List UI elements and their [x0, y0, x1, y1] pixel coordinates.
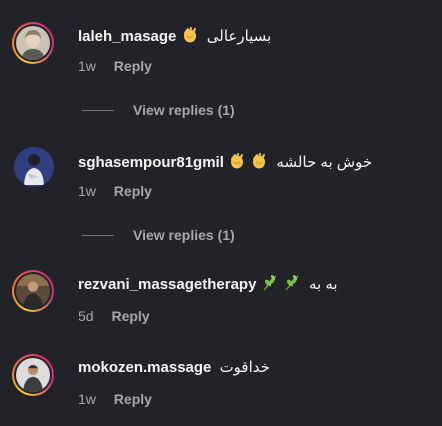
view-replies-button[interactable]: View replies (1)	[82, 101, 235, 119]
comment-timestamp: 1w	[78, 391, 96, 407]
comment-meta: 1w Reply	[78, 182, 152, 200]
comment-text: به به	[308, 276, 338, 293]
reply-button[interactable]: Reply	[111, 308, 149, 324]
comment-meta: 1w Reply	[78, 57, 152, 75]
clap-icon	[183, 27, 196, 43]
clap-icon	[253, 153, 266, 169]
reply-button[interactable]: Reply	[114, 391, 152, 407]
avatar-photo	[16, 26, 50, 60]
avatar-photo	[16, 274, 50, 308]
avatar[interactable]	[14, 147, 54, 187]
clap-icon	[231, 153, 244, 169]
replies-divider	[82, 109, 114, 111]
comment-text: بسیارعالی	[206, 28, 272, 45]
avatar-photo	[14, 147, 54, 187]
comment-line: mokozen.massage خداقوت	[78, 358, 270, 378]
comment-item: laleh_masage بسیارعالی 1w Reply View rep…	[0, 0, 442, 130]
avatar[interactable]	[12, 354, 54, 396]
view-replies-button[interactable]: View replies (1)	[82, 226, 235, 244]
comment-line: laleh_masage بسیارعالی	[78, 26, 271, 47]
comment-timestamp: 1w	[78, 183, 96, 199]
comment-line: rezvani_massagetherapy به به	[78, 274, 338, 295]
herb-icon	[285, 275, 299, 291]
comment-item: rezvani_massagetherapy به به 5d Reply	[0, 256, 442, 340]
comment-text: خوش به حالشه	[276, 154, 373, 171]
comment-meta: 1w Reply	[78, 390, 152, 408]
replies-divider	[82, 234, 114, 236]
view-replies-label: View replies (1)	[133, 227, 235, 243]
reply-button[interactable]: Reply	[114, 58, 152, 74]
comment-timestamp: 5d	[78, 308, 94, 324]
avatar-photo	[16, 358, 50, 392]
comment-timestamp: 1w	[78, 58, 96, 74]
reply-button[interactable]: Reply	[114, 183, 152, 199]
comment-meta: 5d Reply	[78, 307, 150, 325]
comment-username[interactable]: laleh_masage	[78, 28, 176, 45]
comment-item: mokozen.massage خداقوت 1w Reply	[0, 340, 442, 426]
view-replies-label: View replies (1)	[133, 102, 235, 118]
comment-line: sghasempour81gmil خوش به حالشه	[78, 152, 372, 173]
herb-icon	[263, 275, 277, 291]
comment-username[interactable]: mokozen.massage	[78, 359, 211, 376]
avatar[interactable]	[12, 270, 54, 312]
comment-username[interactable]: sghasempour81gmil	[78, 154, 224, 171]
comment-item: sghasempour81gmil خوش به حالشه 1w Reply …	[0, 130, 442, 256]
comment-text: خداقوت	[219, 359, 270, 376]
avatar[interactable]	[12, 22, 54, 64]
comment-username[interactable]: rezvani_massagetherapy	[78, 276, 256, 293]
